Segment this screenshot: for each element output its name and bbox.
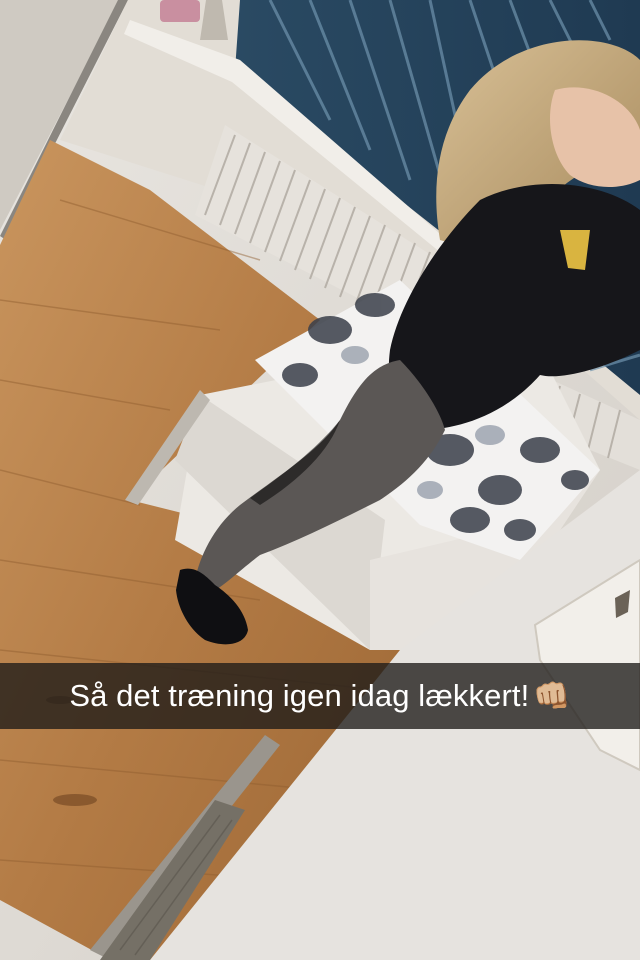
shelf-object [160, 0, 200, 22]
snapchat-photo: Så det træning igen idag lækkert! 👊🏼 [0, 0, 640, 960]
fist-bump-icon: 👊🏼 [533, 679, 571, 713]
snap-caption-text: Så det træning igen idag lækkert! [69, 678, 530, 713]
snap-caption-bar: Så det træning igen idag lækkert! 👊🏼 [0, 663, 640, 729]
floor-knot [53, 794, 97, 806]
mirror-selfie-photo [0, 0, 640, 960]
